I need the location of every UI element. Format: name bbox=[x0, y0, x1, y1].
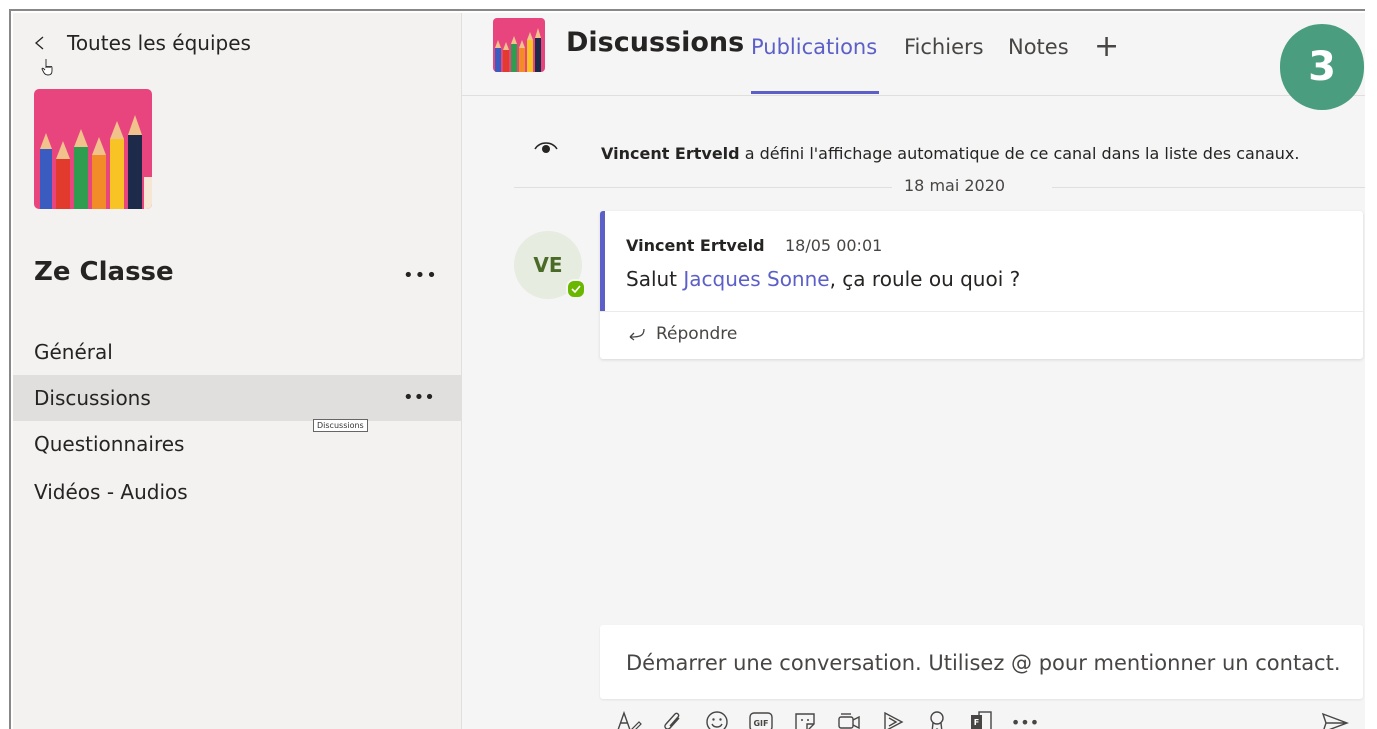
message-text-end: , ça roule ou quoi ? bbox=[829, 267, 1021, 291]
svg-text:GIF: GIF bbox=[753, 719, 768, 728]
channel-tooltip: Discussions bbox=[313, 419, 368, 432]
message-divider bbox=[600, 311, 1363, 312]
stream-icon[interactable] bbox=[876, 709, 910, 729]
team-name: Ze Classe bbox=[34, 257, 174, 287]
pencils-image bbox=[493, 18, 545, 72]
forms-icon[interactable]: F bbox=[964, 709, 998, 729]
tab-notes[interactable]: Notes bbox=[1008, 35, 1069, 59]
message-author[interactable]: Vincent Ertveld bbox=[626, 236, 765, 255]
back-label: Toutes les équipes bbox=[67, 31, 251, 55]
channel-label: Questionnaires bbox=[34, 432, 185, 456]
hand-cursor-icon bbox=[41, 59, 53, 76]
app-window: Toutes les équipes Ze Classe ••• Général… bbox=[9, 9, 1367, 729]
message-card[interactable]: Vincent Ertveld 18/05 00:01 Salut Jacque… bbox=[600, 211, 1363, 359]
compose-box[interactable]: Démarrer une conversation. Utilisez @ po… bbox=[600, 625, 1363, 699]
eye-icon bbox=[534, 142, 558, 153]
system-message-author: Vincent Ertveld bbox=[601, 144, 740, 163]
attach-icon[interactable] bbox=[656, 709, 690, 729]
compose-placeholder: Démarrer une conversation. Utilisez @ po… bbox=[626, 651, 1341, 675]
praise-icon[interactable] bbox=[920, 709, 954, 729]
date-divider-left bbox=[514, 187, 892, 188]
right-margin bbox=[1365, 9, 1377, 729]
date-separator: 18 mai 2020 bbox=[904, 176, 1006, 195]
pencils-image bbox=[34, 89, 152, 209]
reply-label: Répondre bbox=[656, 324, 738, 344]
system-message-text: a défini l'affichage automatique de ce c… bbox=[739, 144, 1300, 163]
sidebar: Toutes les équipes Ze Classe ••• Général… bbox=[13, 13, 462, 729]
chevron-left-icon bbox=[35, 36, 44, 50]
message-timestamp: 18/05 00:01 bbox=[785, 236, 883, 255]
channel-discussions[interactable]: Discussions ••• bbox=[13, 375, 461, 421]
presence-available-icon bbox=[566, 279, 586, 299]
send-icon[interactable] bbox=[1320, 711, 1350, 729]
gif-icon[interactable]: GIF bbox=[744, 709, 778, 729]
channel-general[interactable]: Général bbox=[13, 329, 461, 375]
date-divider-right bbox=[1052, 187, 1365, 188]
channel-header: Discussions Publications Fichiers Notes … bbox=[462, 13, 1365, 110]
channel-label: Général bbox=[34, 340, 113, 364]
sticker-icon[interactable] bbox=[788, 709, 822, 729]
meet-now-icon[interactable] bbox=[832, 709, 866, 729]
system-message: Vincent Ertveld a défini l'affichage aut… bbox=[601, 144, 1299, 163]
reply-button[interactable]: Répondre bbox=[626, 324, 737, 344]
message-body: Salut Jacques Sonne, ça roule ou quoi ? bbox=[626, 267, 1020, 291]
channel-view: Discussions Publications Fichiers Notes … bbox=[462, 13, 1365, 729]
message-accent-bar bbox=[600, 211, 605, 311]
more-options-icon[interactable]: ••• bbox=[1008, 709, 1042, 729]
mention-link[interactable]: Jacques Sonne bbox=[683, 267, 829, 291]
svg-text:F: F bbox=[974, 718, 979, 727]
channel-label: Discussions bbox=[34, 386, 151, 410]
format-icon[interactable] bbox=[612, 709, 646, 729]
tab-publications[interactable]: Publications bbox=[751, 35, 877, 59]
channel-questionnaires[interactable]: Questionnaires bbox=[13, 421, 461, 467]
tab-fichiers[interactable]: Fichiers bbox=[904, 35, 984, 59]
channel-team-picture bbox=[493, 18, 545, 72]
message-text-start: Salut bbox=[626, 267, 684, 291]
team-more-options-button[interactable]: ••• bbox=[403, 265, 438, 286]
emoji-icon[interactable] bbox=[700, 709, 734, 729]
channel-label: Vidéos - Audios bbox=[34, 480, 188, 504]
reply-arrow-icon bbox=[629, 328, 645, 341]
step-badge: 3 bbox=[1280, 24, 1364, 110]
compose-toolbar: GIF F ••• bbox=[612, 707, 1052, 729]
active-tab-indicator bbox=[751, 91, 879, 94]
team-picture[interactable] bbox=[34, 89, 152, 209]
back-to-teams-link[interactable]: Toutes les équipes bbox=[33, 31, 251, 55]
channel-videos-audios[interactable]: Vidéos - Audios bbox=[13, 469, 461, 515]
add-tab-button[interactable]: + bbox=[1094, 29, 1119, 64]
channel-title: Discussions bbox=[566, 27, 745, 58]
channel-more-options-button[interactable]: ••• bbox=[403, 387, 435, 408]
